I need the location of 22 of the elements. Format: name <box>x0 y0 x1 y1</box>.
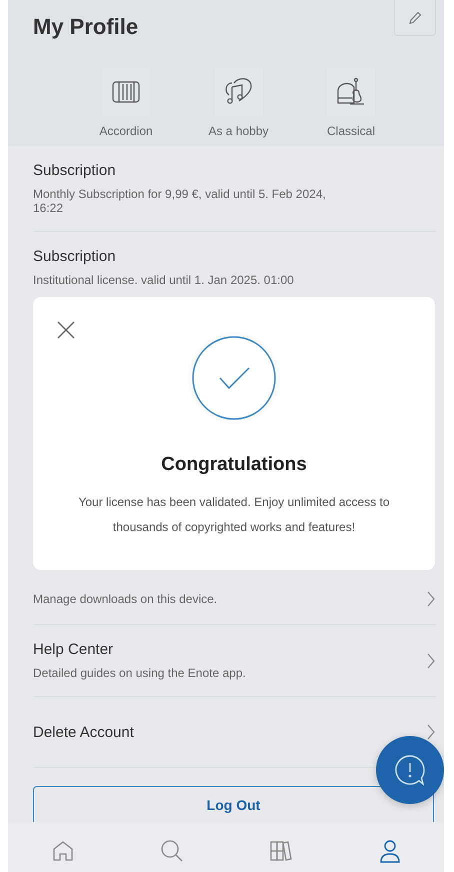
interest-label: Accordion <box>99 124 153 138</box>
search-icon[interactable] <box>158 838 184 864</box>
section-subtitle: Detailed guides on using the Enote app. <box>33 666 246 680</box>
section-title: Subscription <box>33 162 117 179</box>
section-subtitle: Monthly Subscription for 9,99 €, valid until 5. Feb 2024, 16:22 <box>33 187 327 215</box>
section-title: Subscription <box>33 248 117 265</box>
feedback-button[interactable] <box>376 736 444 804</box>
section-title[interactable]: Delete Account <box>33 724 134 740</box>
interest-label: As a hobby <box>208 124 269 138</box>
edit-button[interactable] <box>394 0 436 36</box>
page-title: My Profile <box>33 14 138 40</box>
section-title[interactable]: Help Center <box>33 641 246 658</box>
section-subtitle: Manage downloads on this device. <box>33 592 218 606</box>
dialog-message: Your license has been validated. Enjoy unlimited access to thousands of copyrighted works and features! <box>77 494 391 536</box>
dialog-title: Congratulations <box>161 454 307 476</box>
interest-label: Classical <box>326 124 375 138</box>
chevron-right-icon[interactable] <box>426 590 436 608</box>
chevron-right-icon[interactable] <box>426 652 436 670</box>
chevron-right-icon[interactable] <box>426 723 436 741</box>
pencil-icon <box>407 10 423 26</box>
close-icon[interactable] <box>55 319 77 341</box>
section-subtitle: Institutional license. valid until 1. Jan 2025. 01:00 <box>33 273 294 287</box>
